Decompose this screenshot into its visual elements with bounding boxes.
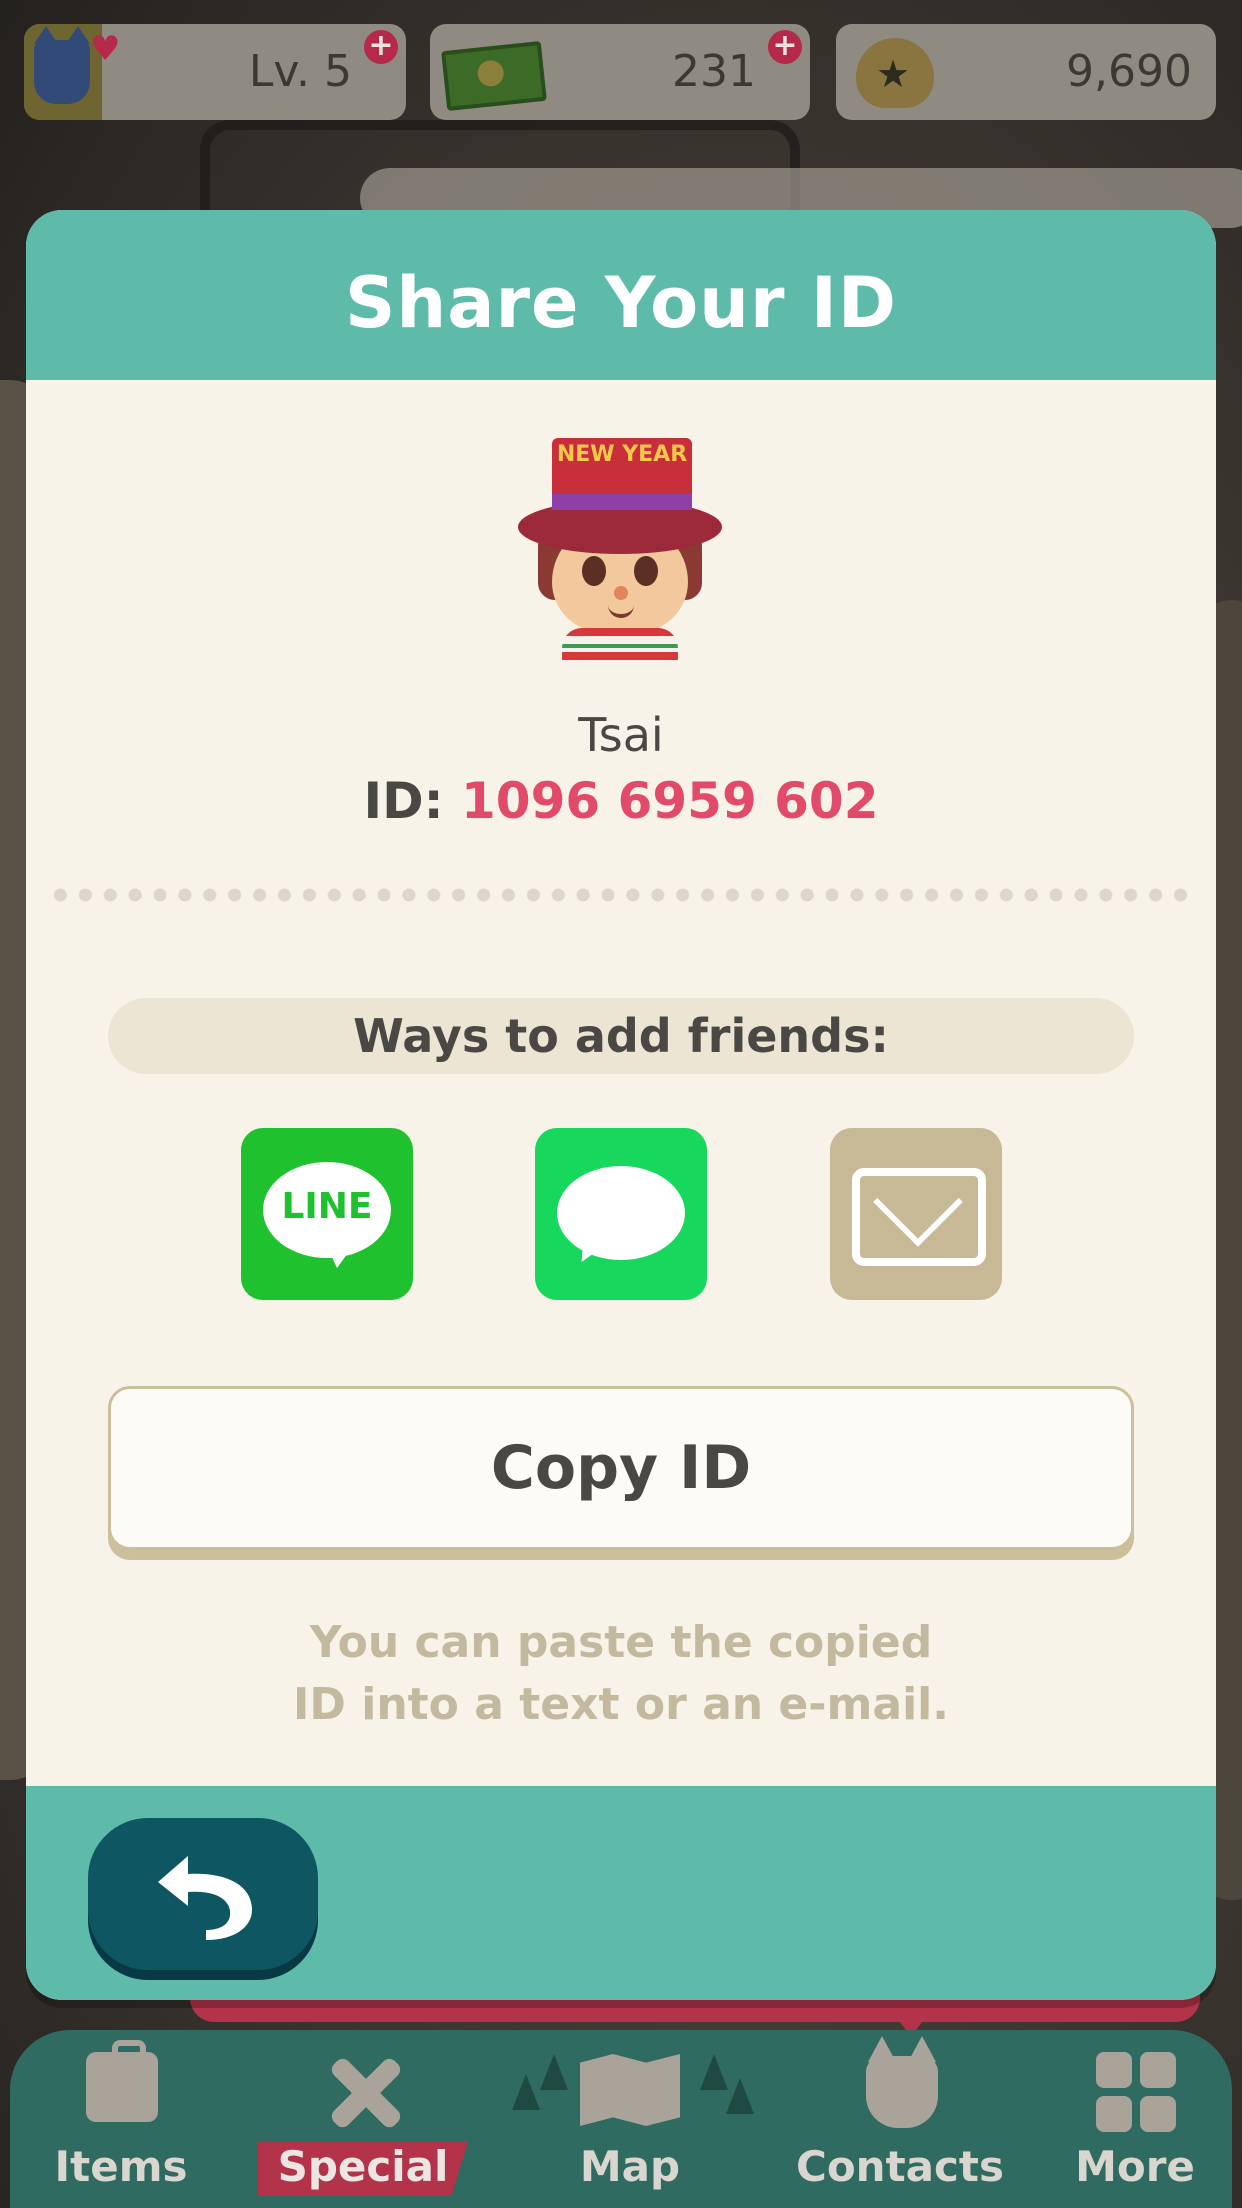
share-id-dialog: Share Your ID NEW YEAR Tsai ID: 1096 695…: [26, 210, 1216, 2000]
copy-hint: You can paste the copied ID into a text …: [26, 1612, 1216, 1736]
nav-map[interactable]: Map: [500, 2030, 760, 2208]
ticket-icon: [441, 40, 547, 112]
hat-band: [552, 494, 692, 510]
nav-special[interactable]: Special: [248, 2030, 478, 2208]
share-line-button[interactable]: LINE: [241, 1128, 413, 1300]
back-button[interactable]: [88, 1818, 318, 1970]
share-messages-button[interactable]: [535, 1128, 707, 1300]
level-value: Lv. 5: [248, 46, 352, 97]
id-label: ID:: [363, 772, 444, 830]
tree-icon: [512, 2074, 540, 2110]
nav-special-label: Special: [277, 2142, 449, 2191]
tree-icon: [700, 2054, 728, 2090]
nav-contacts[interactable]: Contacts: [770, 2030, 1030, 2208]
player-id-line: ID: 1096 6959 602: [26, 772, 1216, 830]
dialog-header: Share Your ID: [26, 210, 1216, 380]
bottom-navigation: Items Special Map Contacts More: [10, 2030, 1232, 2208]
nav-contacts-label: Contacts: [796, 2142, 1004, 2191]
message-bubble-icon: [557, 1166, 685, 1260]
eye-left: [582, 556, 606, 586]
add-tickets-icon[interactable]: +: [768, 30, 802, 64]
nav-items-label: Items: [54, 2142, 188, 2191]
tree-icon: [540, 2054, 568, 2090]
map-icon: [580, 2054, 680, 2126]
envelope-icon: [852, 1168, 986, 1266]
nose: [614, 586, 628, 600]
copy-id-button[interactable]: Copy ID: [108, 1386, 1134, 1550]
player-name: Tsai: [578, 708, 664, 762]
hint-line-2: ID into a text or an e-mail.: [293, 1679, 949, 1730]
heart-icon: ♥: [90, 29, 121, 69]
tickets-value: 231: [672, 46, 756, 97]
level-panel[interactable]: ♥ Lv. 5 +: [24, 24, 406, 120]
back-arrow-icon: [158, 1856, 252, 1940]
tools-icon: [318, 2050, 408, 2130]
dialog-title: Share Your ID: [344, 262, 898, 344]
line-icon-text: LINE: [281, 1186, 373, 1227]
bells-value: 9,690: [1066, 46, 1192, 97]
nav-more[interactable]: More: [1050, 2030, 1220, 2208]
share-mail-button[interactable]: [830, 1128, 1002, 1300]
eye-right: [634, 556, 658, 586]
bell-bag-icon: [856, 38, 934, 108]
nav-items[interactable]: Items: [46, 2030, 196, 2208]
hint-line-1: You can paste the copied: [309, 1617, 933, 1668]
nav-more-label: More: [1075, 2142, 1195, 2191]
hat-text: NEW YEAR: [556, 442, 688, 467]
cat-icon: [866, 2036, 938, 2128]
zoom-plus-icon[interactable]: +: [364, 30, 398, 64]
ways-to-add-label: Ways to add friends:: [108, 998, 1134, 1074]
bells-panel: 9,690: [836, 24, 1216, 120]
cat-icon: [34, 26, 90, 104]
striped-shirt: [562, 628, 678, 668]
player-character: NEW YEAR: [518, 438, 738, 668]
id-value: 1096 6959 602: [461, 772, 879, 830]
grid-icon: [1096, 2052, 1176, 2132]
tickets-panel[interactable]: 231 +: [430, 24, 810, 120]
dotted-divider: [48, 888, 1194, 902]
nav-map-label: Map: [579, 2142, 681, 2191]
bag-icon: [86, 2040, 158, 2122]
tree-icon: [726, 2078, 754, 2114]
